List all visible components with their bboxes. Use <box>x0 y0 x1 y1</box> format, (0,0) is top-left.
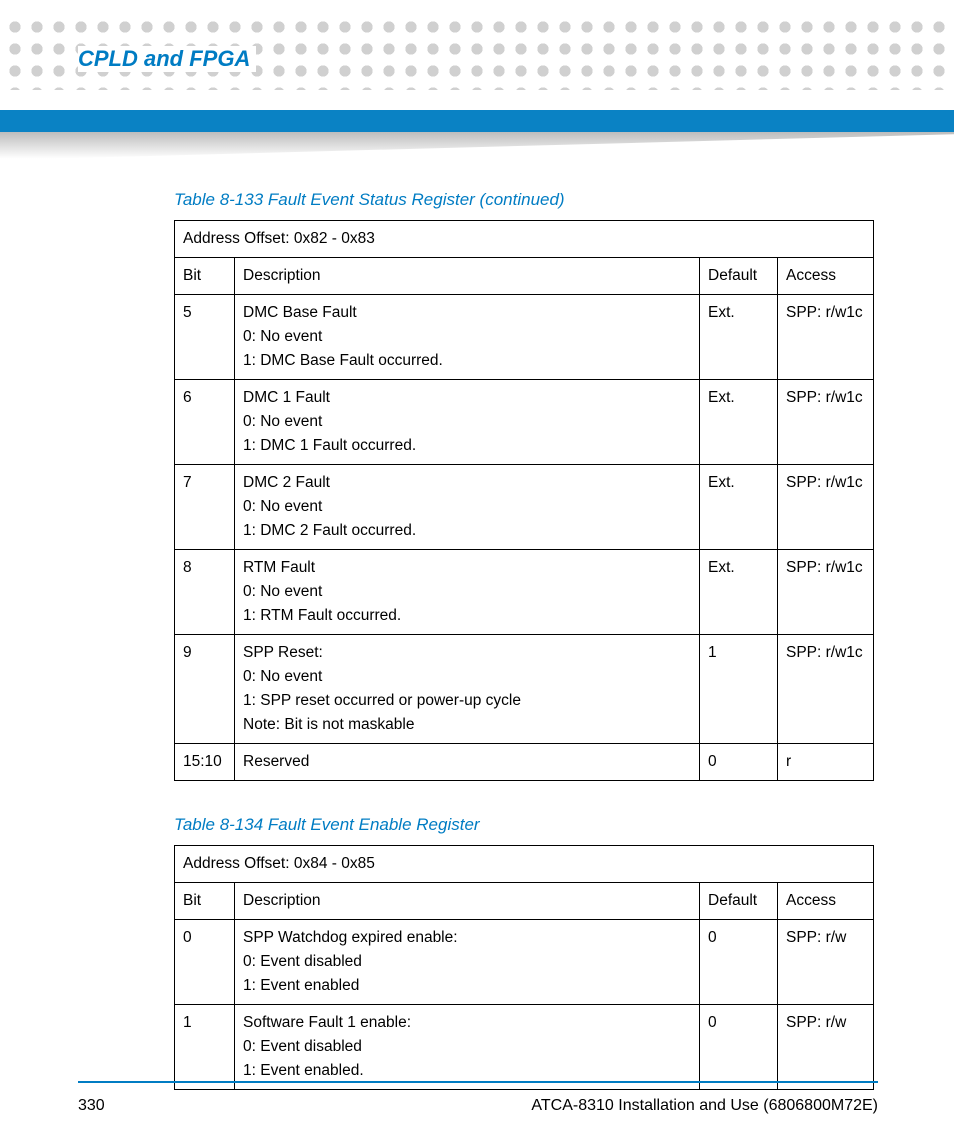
cell-desc: Reserved <box>235 744 700 781</box>
table-address-row: Address Offset: 0x82 - 0x83 <box>175 221 874 258</box>
cell-default: Ext. <box>700 380 778 465</box>
cell-access: SPP: r/w1c <box>778 550 874 635</box>
cell-bit: 5 <box>175 295 235 380</box>
register-table-8-133: Address Offset: 0x82 - 0x83 Bit Descript… <box>174 220 874 781</box>
table-header-row: Bit Description Default Access <box>175 883 874 920</box>
cell-desc: DMC 2 Fault 0: No event 1: DMC 2 Fault o… <box>235 465 700 550</box>
table-row: 0 SPP Watchdog expired enable: 0: Event … <box>175 920 874 1005</box>
chapter-title: CPLD and FPGA <box>78 46 256 72</box>
col-header-access: Access <box>778 883 874 920</box>
table-row: 15:10 Reserved 0 r <box>175 744 874 781</box>
table-row: 5 DMC Base Fault 0: No event 1: DMC Base… <box>175 295 874 380</box>
col-header-access: Access <box>778 258 874 295</box>
cell-access: SPP: r/w1c <box>778 635 874 744</box>
table-address-row: Address Offset: 0x84 - 0x85 <box>175 846 874 883</box>
table-caption: Table 8-134 Fault Event Enable Register <box>174 815 878 835</box>
col-header-default: Default <box>700 258 778 295</box>
page-footer: 330 ATCA-8310 Installation and Use (6806… <box>78 1097 878 1115</box>
cell-desc: SPP Watchdog expired enable: 0: Event di… <box>235 920 700 1005</box>
cell-desc: DMC 1 Fault 0: No event 1: DMC 1 Fault o… <box>235 380 700 465</box>
table-row: 1 Software Fault 1 enable: 0: Event disa… <box>175 1005 874 1090</box>
doc-title: ATCA-8310 Installation and Use (6806800M… <box>531 1097 878 1115</box>
cell-bit: 1 <box>175 1005 235 1090</box>
cell-default: 0 <box>700 744 778 781</box>
cell-access: SPP: r/w <box>778 920 874 1005</box>
header-blue-bar <box>0 110 954 132</box>
address-offset: Address Offset: 0x84 - 0x85 <box>175 846 874 883</box>
cell-desc: Software Fault 1 enable: 0: Event disabl… <box>235 1005 700 1090</box>
table-row: 7 DMC 2 Fault 0: No event 1: DMC 2 Fault… <box>175 465 874 550</box>
table-row: 9 SPP Reset: 0: No event 1: SPP reset oc… <box>175 635 874 744</box>
col-header-desc: Description <box>235 883 700 920</box>
cell-default: 0 <box>700 1005 778 1090</box>
col-header-bit: Bit <box>175 258 235 295</box>
page-content: Table 8-133 Fault Event Status Register … <box>78 184 878 1090</box>
cell-access: SPP: r/w1c <box>778 380 874 465</box>
cell-default: 1 <box>700 635 778 744</box>
col-header-bit: Bit <box>175 883 235 920</box>
table-row: 6 DMC 1 Fault 0: No event 1: DMC 1 Fault… <box>175 380 874 465</box>
cell-bit: 15:10 <box>175 744 235 781</box>
cell-default: Ext. <box>700 550 778 635</box>
cell-access: SPP: r/w1c <box>778 465 874 550</box>
cell-access: r <box>778 744 874 781</box>
cell-desc: SPP Reset: 0: No event 1: SPP reset occu… <box>235 635 700 744</box>
cell-default: Ext. <box>700 465 778 550</box>
table-caption: Table 8-133 Fault Event Status Register … <box>174 190 878 210</box>
cell-bit: 8 <box>175 550 235 635</box>
cell-access: SPP: r/w <box>778 1005 874 1090</box>
header-wedge <box>0 132 954 160</box>
cell-desc: RTM Fault 0: No event 1: RTM Fault occur… <box>235 550 700 635</box>
cell-bit: 7 <box>175 465 235 550</box>
table-header-row: Bit Description Default Access <box>175 258 874 295</box>
cell-default: 0 <box>700 920 778 1005</box>
col-header-default: Default <box>700 883 778 920</box>
register-table-8-134: Address Offset: 0x84 - 0x85 Bit Descript… <box>174 845 874 1090</box>
footer-rule <box>78 1081 878 1083</box>
page-number: 330 <box>78 1097 105 1115</box>
cell-default: Ext. <box>700 295 778 380</box>
cell-bit: 9 <box>175 635 235 744</box>
cell-desc: DMC Base Fault 0: No event 1: DMC Base F… <box>235 295 700 380</box>
table-row: 8 RTM Fault 0: No event 1: RTM Fault occ… <box>175 550 874 635</box>
col-header-desc: Description <box>235 258 700 295</box>
cell-bit: 6 <box>175 380 235 465</box>
cell-bit: 0 <box>175 920 235 1005</box>
address-offset: Address Offset: 0x82 - 0x83 <box>175 221 874 258</box>
cell-access: SPP: r/w1c <box>778 295 874 380</box>
